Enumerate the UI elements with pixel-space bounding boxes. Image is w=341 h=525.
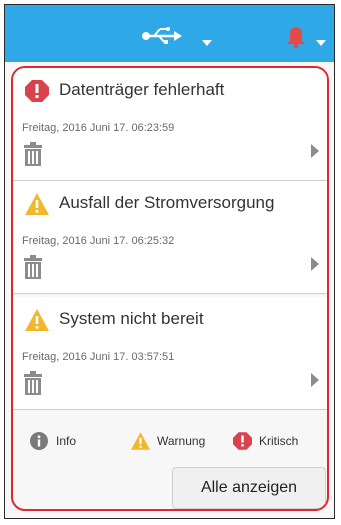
alert-item[interactable]: System nicht bereit Freitag, 2016 Juni 1… [13,297,327,410]
trash-icon[interactable] [24,142,42,166]
legend-info-label: Info [56,434,77,448]
alert-title: Ausfall der Stromversorgung [59,193,275,212]
alert-timestamp: Freitag, 2016 Juni 17. 06:23:59 [22,122,175,134]
trash-icon[interactable] [24,255,42,279]
alert-title: System nicht bereit [59,309,204,328]
usb-icon[interactable] [142,27,182,45]
trash-icon[interactable] [24,371,42,395]
legend-critical-label: Kritisch [259,434,299,448]
legend-warning-label: Warnung [157,434,206,448]
alert-timestamp: Freitag, 2016 Juni 17. 06:25:32 [22,235,175,247]
severity-legend: Info Warnung Kritisch [13,415,327,465]
critical-icon [233,432,252,450]
bell-dropdown-caret-icon[interactable] [316,40,326,46]
chevron-right-icon[interactable] [311,373,319,387]
notifications-panel: Datenträger fehlerhaft Freitag, 2016 Jun… [11,66,329,511]
bell-icon[interactable] [286,25,306,49]
info-icon [30,432,48,450]
warning-icon [25,309,49,331]
warning-icon [25,193,49,215]
warning-icon [131,432,150,450]
usb-dropdown-caret-icon[interactable] [202,40,212,46]
alert-title: Datenträger fehlerhaft [59,80,225,99]
alert-timestamp: Freitag, 2016 Juni 17. 03:57:51 [22,351,175,363]
alert-item[interactable]: Ausfall der Stromversorgung Freitag, 201… [13,181,327,294]
chevron-right-icon[interactable] [311,257,319,271]
chevron-right-icon[interactable] [311,144,319,158]
show-all-button[interactable]: Alle anzeigen [172,467,326,509]
critical-icon [25,80,49,102]
alert-item[interactable]: Datenträger fehlerhaft Freitag, 2016 Jun… [13,68,327,181]
